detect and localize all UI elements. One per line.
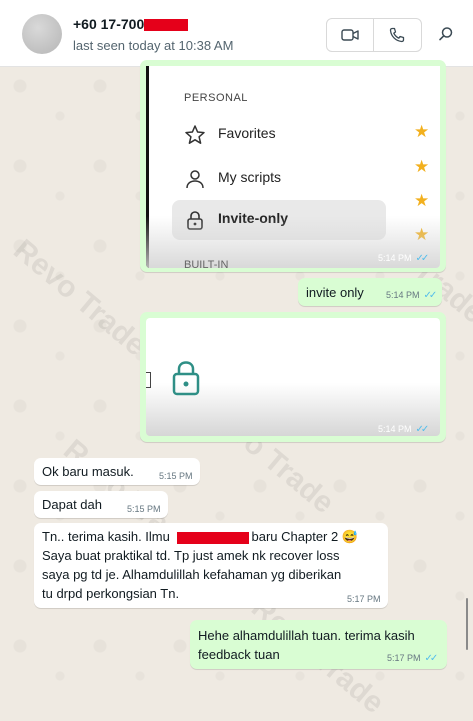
menu-item-favorites: Favorites (172, 115, 428, 155)
message-time: 5:17 PM (387, 653, 421, 663)
favorite-star-icon: ★ (414, 191, 430, 210)
chat-scrollbar[interactable] (466, 598, 468, 650)
message-time: 5:14 PM (378, 253, 412, 263)
message-meta: 5:14 PM ✓✓ (378, 424, 430, 435)
call-buttons-group (326, 18, 422, 52)
person-icon (186, 170, 204, 189)
avatar[interactable] (22, 14, 62, 54)
video-call-button[interactable] (327, 19, 374, 51)
outgoing-message[interactable]: Hehe alhamdulillah tuan. terima kasih fe… (190, 620, 447, 669)
message-time: 5:14 PM (386, 290, 420, 300)
star-outline-icon (185, 125, 205, 144)
chat-header: +60 17-700 last seen today at 10:38 AM (0, 0, 473, 67)
search-button[interactable] (434, 22, 458, 46)
read-ticks-icon: ✓✓ (424, 653, 439, 664)
message-meta: 5:17 PM ✓✓ (387, 653, 439, 664)
menu-item-my-scripts: My scripts (172, 159, 428, 199)
search-icon (439, 27, 453, 41)
contact-name[interactable]: +60 17-700 (73, 16, 189, 32)
message-text: Ok baru masuk. (42, 464, 134, 479)
section-heading: BUILT-IN (184, 259, 229, 268)
outgoing-message[interactable]: invite only 5:14 PM ✓✓ (298, 278, 442, 306)
message-text: invite only (306, 285, 364, 300)
favorite-star-icon: ★ (414, 157, 430, 176)
message-text: Tn.. terima kasih. Ilmu baru Chapter 2 😅… (42, 529, 359, 601)
video-call-icon (341, 29, 359, 41)
section-heading: PERSONAL (184, 92, 248, 104)
incoming-message[interactable]: Tn.. terima kasih. Ilmu baru Chapter 2 😅… (34, 523, 388, 608)
menu-item-label: Favorites (218, 125, 276, 141)
attached-screenshot-image[interactable]: PERSONAL Favorites My scripts Invite-onl… (146, 66, 440, 268)
image-edge-fragment (146, 372, 151, 388)
message-time: 5:15 PM (159, 471, 193, 481)
incoming-message[interactable]: Ok baru masuk. 5:15 PM (34, 458, 200, 485)
message-time: 5:17 PM (347, 594, 381, 604)
message-time: 5:15 PM (127, 504, 161, 514)
attached-screenshot-image[interactable] (146, 318, 440, 436)
redaction-bar (176, 531, 249, 544)
message-meta: 5:14 PM ✓✓ (386, 290, 438, 301)
read-ticks-icon: ✓✓ (415, 424, 430, 435)
incoming-message[interactable]: Dapat dah 5:15 PM (34, 491, 168, 518)
message-meta: 5:14 PM ✓✓ (378, 253, 430, 264)
redaction-bar (144, 19, 189, 32)
lock-icon (172, 361, 200, 396)
read-ticks-icon: ✓✓ (423, 290, 438, 301)
message-time: 5:14 PM (378, 424, 412, 434)
voice-call-button[interactable] (374, 19, 420, 51)
read-ticks-icon: ✓✓ (415, 253, 430, 264)
last-seen-status: last seen today at 10:38 AM (73, 38, 234, 53)
message-text: Dapat dah (42, 497, 102, 512)
favorite-star-icon: ★ (414, 122, 430, 141)
voice-call-icon (389, 27, 405, 43)
menu-item-label: My scripts (218, 169, 281, 185)
